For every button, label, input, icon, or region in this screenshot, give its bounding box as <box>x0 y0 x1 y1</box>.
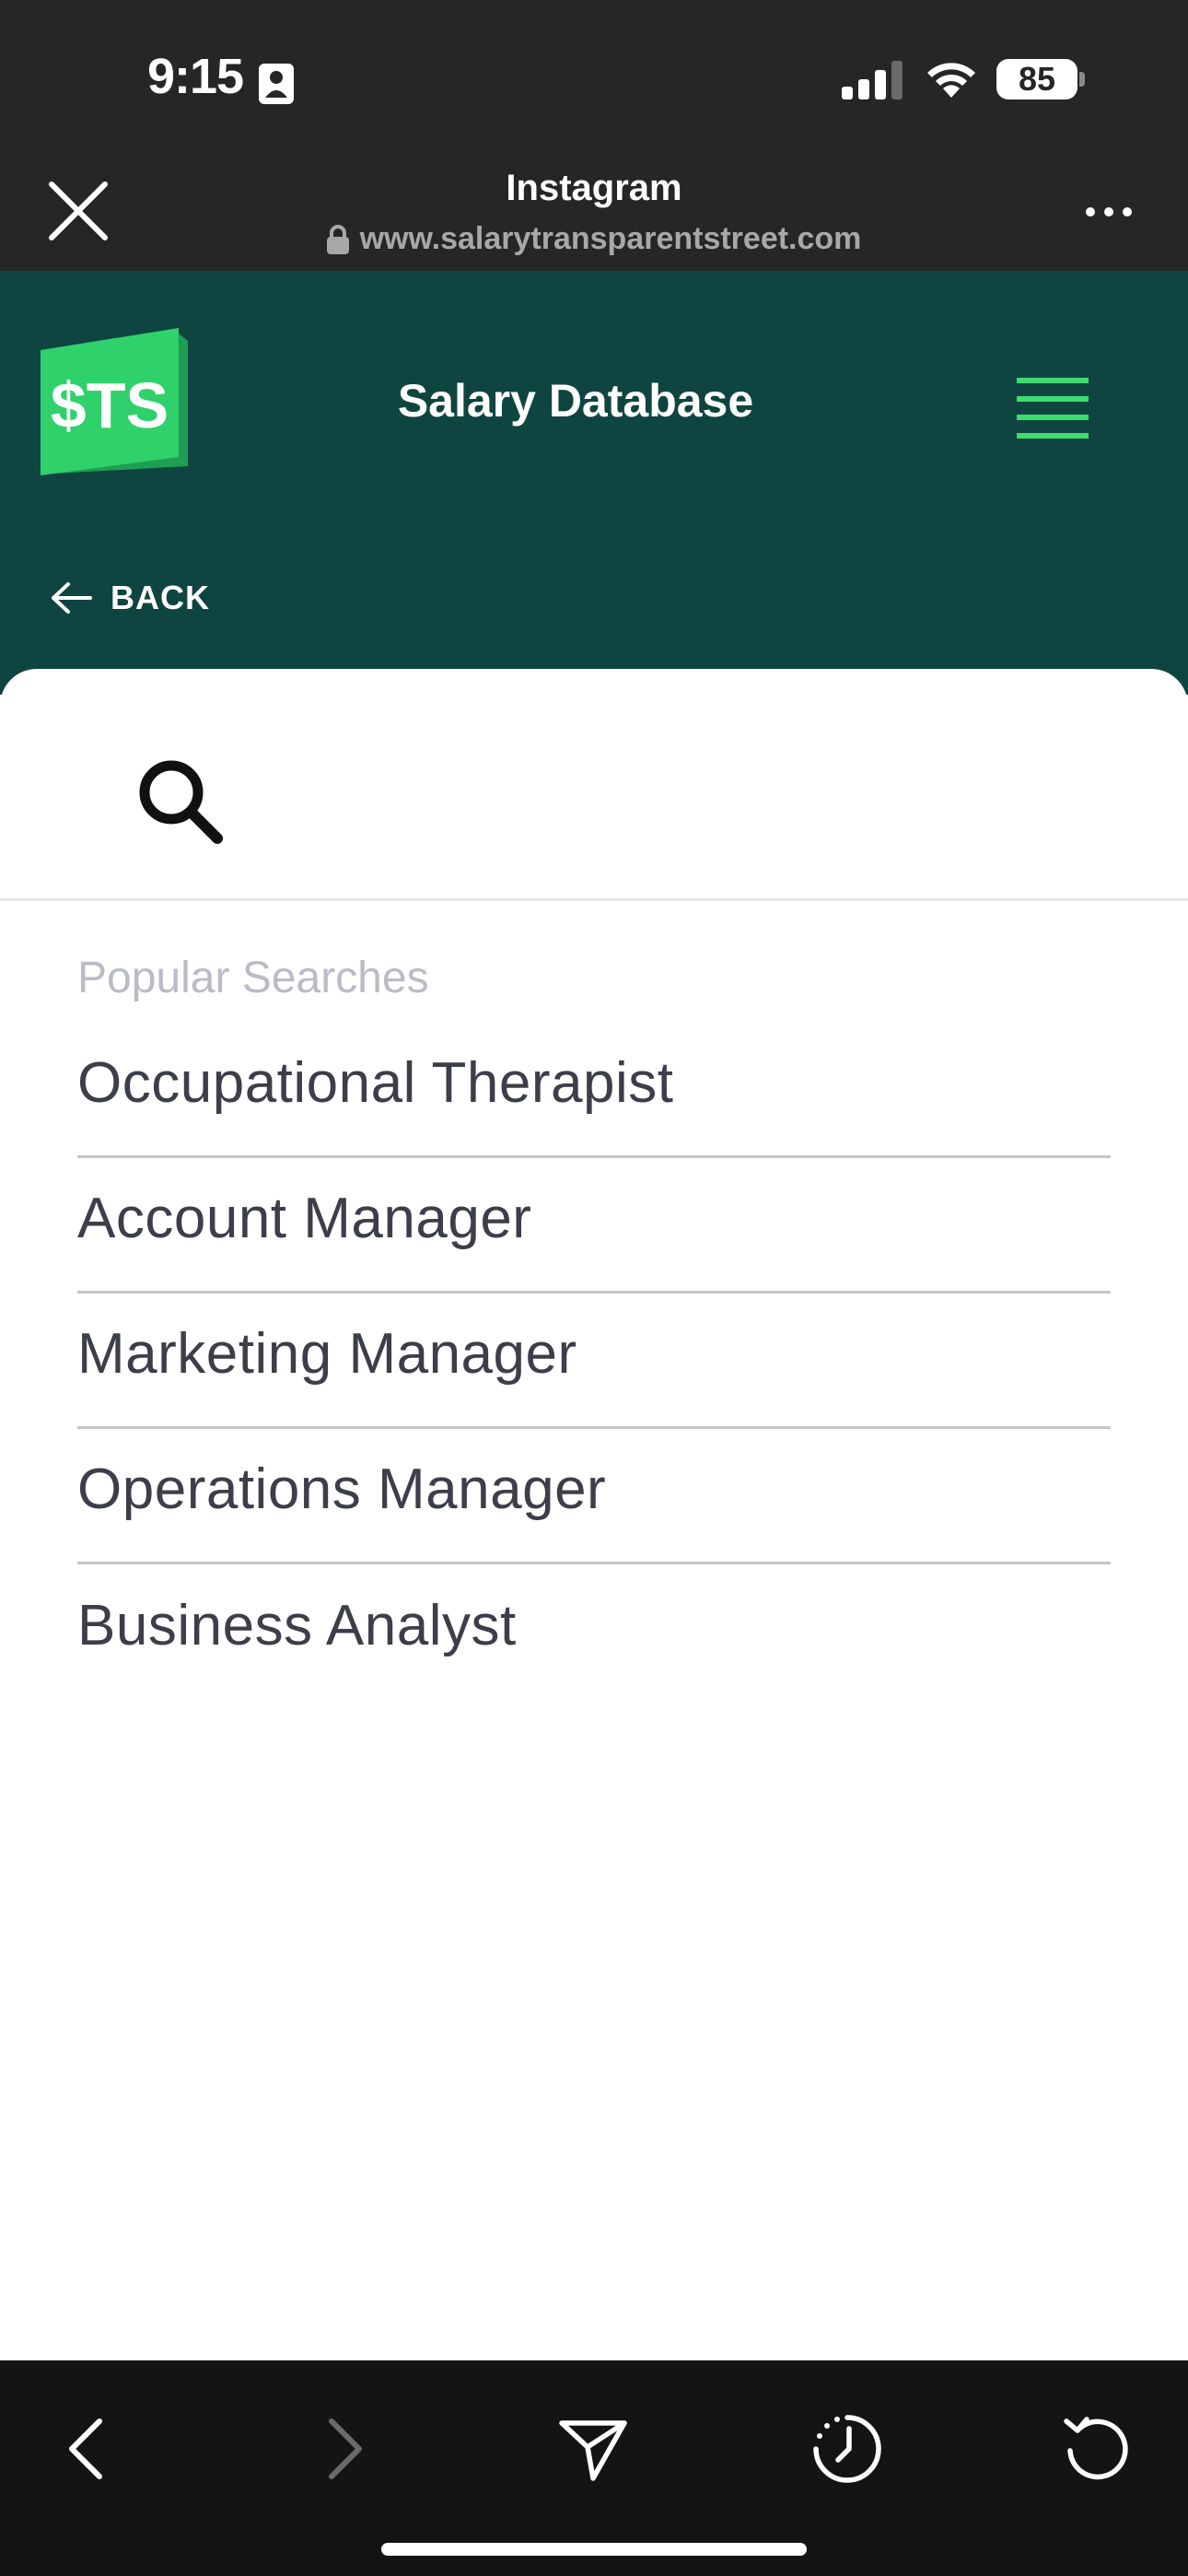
browser-toolbar <box>0 2360 1188 2576</box>
site-header: $TS Salary Database BACK <box>0 271 1188 695</box>
search-input[interactable] <box>258 743 1142 853</box>
in-app-browser-header: Instagram www.salarytransparentstreet.co… <box>0 157 1188 271</box>
back-link[interactable]: BACK <box>50 579 210 617</box>
reload-icon[interactable] <box>1061 2412 1135 2486</box>
popular-search-item[interactable]: Occupational Therapist <box>77 1023 1111 1158</box>
more-options-icon[interactable] <box>1083 203 1135 221</box>
battery-cap <box>1079 72 1085 87</box>
popular-search-item[interactable]: Operations Manager <box>77 1429 1111 1564</box>
search-bar <box>0 669 1188 901</box>
search-panel: Popular Searches Occupational Therapist … <box>0 669 1188 2360</box>
forward-icon[interactable] <box>306 2412 379 2486</box>
popular-searches-label: Popular Searches <box>77 954 429 1002</box>
status-bar: 9:15 85 <box>0 0 1188 157</box>
hamburger-menu-icon[interactable] <box>1017 376 1089 440</box>
back-label: BACK <box>111 579 210 616</box>
site-title: Salary Database <box>397 375 754 427</box>
popular-search-item[interactable]: Account Manager <box>77 1158 1111 1294</box>
status-time: 9:15 <box>147 49 244 104</box>
share-icon[interactable] <box>556 2412 630 2486</box>
popular-search-item[interactable]: Marketing Manager <box>77 1294 1111 1429</box>
page: 9:15 85 Instagram www.salarytransparents… <box>0 0 1188 2576</box>
back-icon[interactable] <box>52 2412 125 2486</box>
browser-url: www.salarytransparentstreet.com <box>0 221 1188 257</box>
arrow-left-icon <box>52 582 92 614</box>
battery-indicator: 85 <box>996 59 1077 100</box>
cellular-signal-icon <box>842 61 903 100</box>
contact-card-icon <box>259 64 294 104</box>
url-text: www.salarytransparentstreet.com <box>359 221 862 256</box>
popular-searches-list: Occupational Therapist Account Manager M… <box>77 1023 1111 1700</box>
home-indicator[interactable] <box>381 2543 807 2556</box>
lock-icon <box>326 224 349 254</box>
wifi-icon <box>927 63 975 98</box>
browser-title: Instagram <box>506 168 682 208</box>
search-icon <box>139 760 223 844</box>
popular-search-item[interactable]: Business Analyst <box>77 1564 1111 1700</box>
history-icon[interactable] <box>810 2412 884 2486</box>
